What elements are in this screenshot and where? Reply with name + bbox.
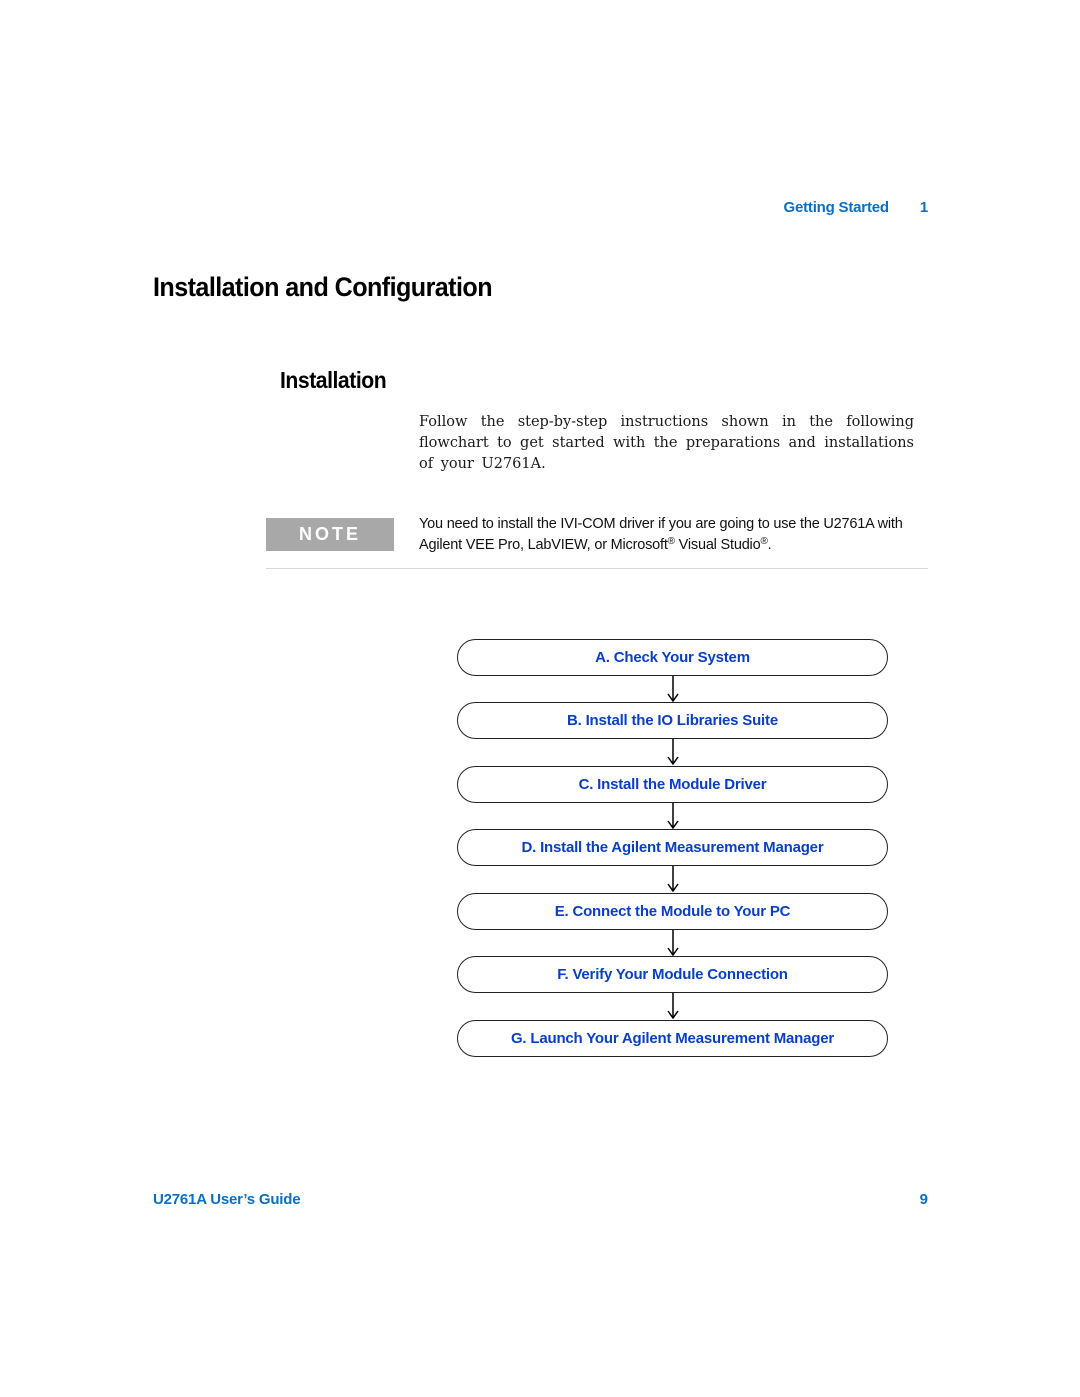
note-label: NOTE [266, 518, 394, 551]
flow-step-label: G. Launch Your Agilent Measurement Manag… [510, 1030, 835, 1047]
flow-step-label: E. Connect the Module to Your PC [554, 903, 791, 920]
note-text-part3: . [767, 537, 772, 553]
flow-step-label: A. Check Your System [595, 649, 750, 666]
flow-step-d: D. Install the Agilent Measurement Manag… [457, 829, 888, 866]
section-heading: Installation [280, 367, 387, 393]
footer-guide-title: U2761A User’s Guide [153, 1191, 301, 1208]
registered-mark: ® [667, 536, 675, 547]
flow-step-a: A. Check Your System [457, 639, 888, 676]
note-divider [266, 568, 928, 569]
footer-page-number: 9 [919, 1191, 928, 1208]
down-arrow-icon [667, 739, 679, 765]
flow-step-label: B. Install the IO Libraries Suite [567, 712, 778, 729]
running-header: Getting Started 1 [784, 199, 929, 216]
down-arrow-icon [667, 993, 679, 1019]
flow-step-label: D. Install the Agilent Measurement Manag… [521, 839, 824, 856]
down-arrow-icon [667, 930, 679, 956]
down-arrow-icon [667, 676, 679, 702]
page-title: Installation and Configuration [153, 272, 493, 302]
flow-step-g: G. Launch Your Agilent Measurement Manag… [457, 1020, 888, 1057]
intro-paragraph: Follow the step-by-step instructions sho… [419, 414, 914, 472]
flow-step-e: E. Connect the Module to Your PC [457, 893, 888, 930]
down-arrow-icon [667, 866, 679, 892]
flow-step-label: F. Verify Your Module Connection [557, 966, 788, 983]
chapter-number: 1 [919, 199, 928, 216]
down-arrow-icon [667, 803, 679, 829]
flow-step-f: F. Verify Your Module Connection [457, 956, 888, 993]
note-text-part2: Visual Studio [674, 537, 761, 553]
flow-step-c: C. Install the Module Driver [457, 766, 888, 803]
section-name: Getting Started [783, 199, 890, 216]
flow-step-label: C. Install the Module Driver [578, 776, 767, 793]
flow-step-b: B. Install the IO Libraries Suite [457, 702, 888, 739]
note-text-part1: You need to install the IVI-COM driver i… [419, 516, 903, 553]
registered-mark: ® [760, 536, 768, 547]
note-text: You need to install the IVI-COM driver i… [419, 514, 929, 556]
